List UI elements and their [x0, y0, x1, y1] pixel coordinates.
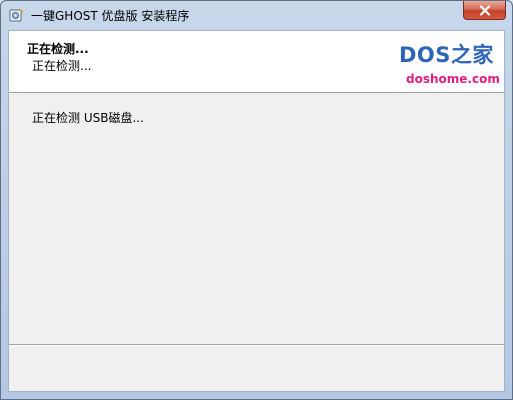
app-icon	[9, 7, 25, 23]
client-area: 正在检测... 正在检测... DOS之家 doshome.com 正在检测 U…	[8, 30, 505, 392]
header-subtitle: 正在检测...	[32, 59, 92, 73]
close-button[interactable]	[463, 1, 506, 20]
logo-url: doshome.com	[406, 72, 500, 86]
footer-divider	[9, 344, 504, 346]
installer-window: 一键GHOST 优盘版 安装程序 正在检测... 正在检测... DOS之家 d…	[0, 0, 513, 400]
window-title: 一键GHOST 优盘版 安装程序	[31, 9, 190, 23]
title-bar[interactable]: 一键GHOST 优盘版 安装程序	[1, 1, 512, 29]
logo-text: DOS之家	[399, 43, 494, 67]
header-title: 正在检测...	[27, 42, 89, 56]
header-panel: 正在检测... 正在检测... DOS之家 doshome.com	[9, 31, 504, 93]
status-text: 正在检测 USB磁盘...	[32, 111, 144, 125]
close-icon	[479, 1, 491, 20]
